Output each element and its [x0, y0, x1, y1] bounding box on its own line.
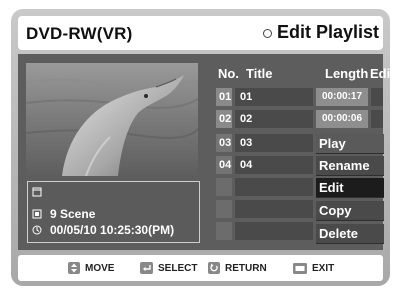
datetime: 00/05/10 10:25:30(PM) — [50, 223, 175, 237]
exit-button-icon — [293, 262, 307, 274]
menu-item-edit-scene[interactable]: Edit Scene — [316, 178, 384, 215]
row-edit-cell[interactable] — [371, 88, 383, 106]
clock-icon — [32, 225, 42, 235]
hint-move: MOVE — [68, 262, 114, 274]
return-icon — [208, 262, 220, 274]
scene-count: 9 Scene — [50, 207, 96, 221]
empty-row-number — [216, 200, 232, 218]
empty-row-number — [216, 178, 232, 196]
hint-exit-label: EXIT — [312, 262, 335, 274]
disc-icon-row — [32, 187, 50, 197]
screen-title-text: Edit Playlist — [276, 22, 379, 42]
empty-row-title — [235, 178, 313, 196]
row-length: 00:00:06 — [316, 110, 368, 128]
video-preview — [26, 63, 198, 176]
scene-icon — [32, 209, 42, 219]
disc-icon — [32, 187, 42, 197]
enter-icon — [140, 262, 153, 274]
row-number[interactable]: 04 — [216, 156, 232, 174]
menu-item-delete[interactable]: Delete — [316, 224, 384, 244]
column-header-length: Length — [325, 66, 369, 81]
hint-return-label: RETURN — [225, 262, 267, 274]
hint-return: RETURN — [208, 262, 267, 274]
row-title[interactable]: 03 — [235, 134, 313, 152]
row-title[interactable]: 01 — [235, 88, 313, 106]
title-bar: DVD-RW(VR) Edit Playlist — [18, 16, 383, 50]
menu-item-rename[interactable]: Rename — [316, 156, 384, 176]
empty-row-title — [235, 222, 313, 240]
hint-select: SELECT — [140, 262, 197, 274]
row-number[interactable]: 03 — [216, 134, 232, 152]
row-title[interactable]: 02 — [235, 110, 313, 128]
empty-row-title — [235, 200, 313, 218]
menu-item-play[interactable]: Play — [316, 134, 384, 154]
device-label: DVD-RW(VR) — [26, 24, 133, 43]
row-number[interactable]: 02 — [216, 110, 232, 128]
scene-count-row: 9 Scene — [32, 207, 95, 221]
radio-dot-icon — [262, 29, 272, 38]
column-header-title: Title — [246, 66, 273, 81]
datetime-row: 00/05/10 10:25:30(PM) — [32, 223, 174, 237]
column-header-no: No. — [218, 66, 239, 81]
row-number[interactable]: 01 — [216, 88, 232, 106]
row-length: 00:00:17 — [316, 88, 368, 106]
row-edit-cell[interactable] — [371, 110, 383, 128]
info-box: 9 Scene 00/05/10 10:25:30(PM) — [27, 181, 200, 243]
screen-title: Edit Playlist — [262, 22, 379, 43]
hint-exit: EXIT — [293, 262, 335, 274]
column-header-edit: Edit — [370, 66, 395, 81]
hint-move-label: MOVE — [85, 262, 115, 274]
menu-item-copy[interactable]: Copy — [316, 201, 384, 221]
empty-row-number — [216, 222, 232, 240]
row-title[interactable]: 04 — [235, 156, 313, 174]
button-guide-bar: MOVE SELECT RETURN EXIT — [18, 255, 383, 281]
move-arrows-icon — [68, 262, 80, 274]
hint-select-label: SELECT — [158, 262, 198, 274]
dolphin-image — [26, 63, 198, 176]
